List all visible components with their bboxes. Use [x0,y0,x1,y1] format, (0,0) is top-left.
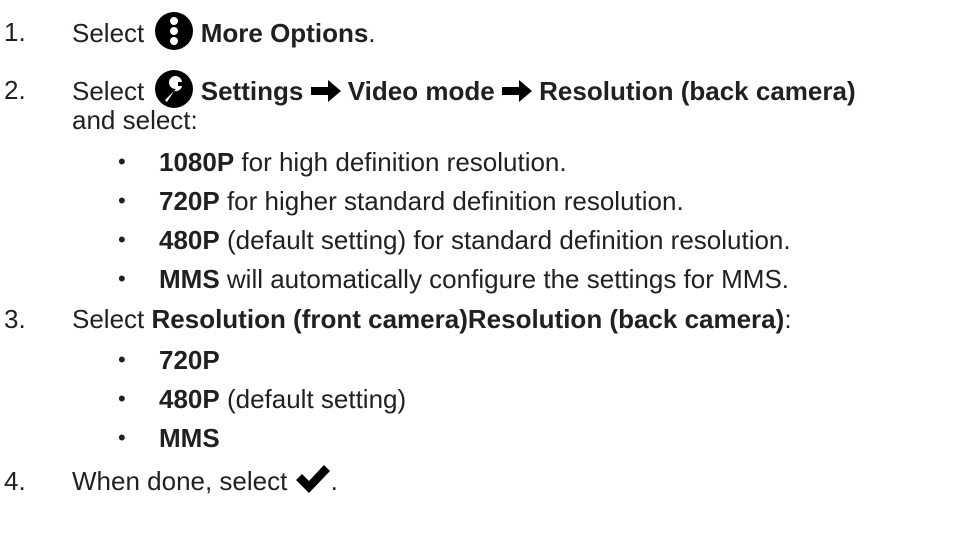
bullet-text: (default setting) for standard definitio… [219,225,791,255]
list-item: MMS [159,421,220,455]
bullet-text: for high definition resolution. [234,147,567,177]
step-number: 1. [4,17,26,47]
bullet-marker: • [118,425,126,450]
select-word: Select [72,17,145,48]
step-4-line: When done, select . [72,464,338,498]
list-item: 480P (default setting) [159,382,406,416]
bullet-bold: 1080P [159,147,235,177]
bullet-text: will automatically configure the setting… [219,264,790,294]
step-number: 2. [4,75,26,105]
instruction-document: 1. Select More Options. 2. Select Settin… [0,0,967,534]
path-video-mode: Video mode [347,75,495,106]
bullet-bold: 720P [159,345,220,375]
bullet-text: (default setting) [219,384,407,414]
select-word: Select [72,75,145,106]
bullet-marker: • [118,386,126,411]
more-options-icon [154,11,194,51]
colon: : [784,304,792,334]
list-item: 720P for higher standard definition reso… [159,184,684,218]
bullet-marker: • [118,266,126,291]
step-3-line: Select Resolution (front camera)Resoluti… [72,302,792,336]
step-4-text: When done, select [72,466,288,496]
checkmark-icon [295,464,331,494]
more-options-label: More Options [200,17,369,48]
resolution-label: Resolution (front camera)Resolution (bac… [151,304,785,334]
step-number: 3. [4,304,26,334]
bullet-bold: 480P [159,384,220,414]
step-number: 4. [4,466,26,496]
bullet-marker: • [118,347,126,372]
right-arrow-icon [501,80,532,102]
path-suffix: (back camera) [680,75,856,106]
period: . [330,466,338,496]
period: . [368,17,376,48]
list-item: 480P (default setting) for standard defi… [159,223,791,257]
bullet-bold: 720P [159,186,220,216]
bullet-text: for higher standard definition resolutio… [219,186,684,216]
bullet-bold: MMS [159,264,220,294]
bullet-marker: • [118,188,126,213]
list-item: MMS will automatically configure the set… [159,262,789,296]
bullet-marker: • [118,227,126,252]
bullet-bold: 480P [159,225,220,255]
path-settings: Settings [200,75,304,106]
bullet-bold: MMS [159,423,220,453]
list-item: 720P [159,343,220,377]
step-2-continuation: and select: [72,105,198,135]
select-word: Select [72,304,145,334]
list-item: 1080P for high definition resolution. [159,145,567,179]
path-resolution: Resolution [539,75,674,106]
right-arrow-icon [310,80,341,102]
step-1-line: Select More Options. [72,12,376,55]
bullet-marker: • [118,149,126,174]
